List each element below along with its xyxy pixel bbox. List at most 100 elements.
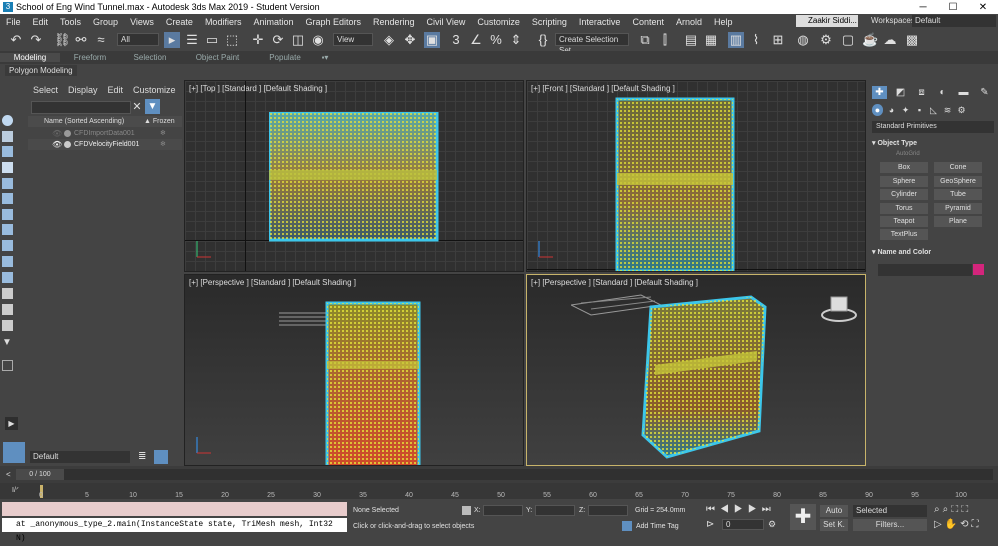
menu-interactive[interactable]: Interactive — [573, 17, 627, 27]
current-frame-field[interactable]: 0 — [722, 519, 764, 530]
display-cameras-icon[interactable] — [2, 178, 13, 189]
cone-button[interactable]: Cone — [934, 162, 982, 173]
filter-funnel-icon[interactable]: ▼ — [2, 337, 13, 348]
explorer-search-input[interactable] — [31, 101, 131, 114]
menu-animation[interactable]: Animation — [247, 17, 299, 27]
goto-end-icon[interactable]: ⏭ — [762, 504, 776, 515]
scene-explorer-icon[interactable]: ▤ — [683, 32, 699, 48]
viewport-perspective-left[interactable]: [+] [Perspective ] [Standard ] [Default … — [184, 274, 524, 466]
space-warps-icon[interactable]: ≋ — [942, 104, 953, 116]
y-coordinate-field[interactable] — [535, 505, 575, 516]
bind-space-warp-icon[interactable]: ≈ — [93, 32, 109, 48]
window-crossing-icon[interactable]: ⬚ — [224, 32, 240, 48]
viewport-perspective-active[interactable]: [+] [Perspective ] [Standard ] [Default … — [526, 274, 866, 466]
list-item[interactable]: 👁 CFDVelocityField001 ❄ — [28, 139, 182, 150]
link-icon[interactable]: ⛓ — [54, 32, 71, 48]
viewport-label[interactable]: [+] [Perspective ] [Standard ] [Default … — [531, 278, 698, 287]
snaps-toggle-icon[interactable]: 3 — [448, 32, 464, 48]
layer-explorer-icon[interactable] — [154, 450, 168, 464]
display-particles-icon[interactable] — [2, 272, 13, 283]
display-hidden-icon[interactable] — [2, 304, 13, 315]
menu-scripting[interactable]: Scripting — [526, 17, 573, 27]
display-groups-icon[interactable] — [2, 224, 13, 235]
polygon-modeling-panel[interactable]: Polygon Modeling — [5, 65, 77, 76]
viewcube-icon[interactable] — [819, 291, 859, 323]
menu-group[interactable]: Group — [87, 17, 124, 27]
schematic-view-icon[interactable]: ⊞ — [770, 32, 786, 48]
tab-freeform[interactable]: Freeform — [60, 53, 120, 62]
object-type-rollout[interactable]: ▾ Object Type — [872, 138, 994, 149]
unlink-icon[interactable]: ⚯ — [73, 32, 89, 48]
auto-key-button[interactable]: Auto — [820, 505, 848, 517]
name-color-rollout[interactable]: ▾ Name and Color — [872, 247, 994, 258]
expand-panel-icon[interactable]: ▶ — [5, 417, 18, 430]
display-none-icon[interactable] — [2, 115, 13, 126]
render-setup-icon[interactable]: ⚙ — [818, 32, 834, 48]
add-time-tag-button[interactable]: Add Time Tag — [636, 523, 679, 530]
ribbon-toggle-icon[interactable]: ▥ — [728, 32, 744, 48]
visibility-eye-icon[interactable]: 👁 — [52, 139, 62, 150]
lights-icon[interactable]: ✦ — [900, 104, 911, 116]
workspaces-dropdown[interactable]: Default — [912, 15, 996, 27]
spinner-snap-icon[interactable]: ⇕ — [508, 32, 524, 48]
sphere-button[interactable]: Sphere — [880, 176, 928, 187]
zoom-extents-icon[interactable]: ⛶ — [951, 504, 961, 515]
maxscript-output[interactable]: at _anonymous_type_2.main(InstanceState … — [2, 518, 347, 543]
align-icon[interactable]: ⫿ — [657, 32, 673, 48]
tab-object-paint[interactable]: Object Paint — [180, 53, 255, 62]
zoom-extents-all-icon[interactable]: ⛶ — [961, 504, 971, 515]
material-editor-icon[interactable]: ◍ — [795, 32, 811, 48]
select-children-icon[interactable] — [2, 360, 13, 371]
select-object-icon[interactable]: ▸ — [164, 32, 180, 48]
shapes-icon[interactable]: ◕ — [886, 104, 897, 116]
visibility-eye-icon[interactable]: 👁 — [52, 128, 62, 139]
track-bar[interactable]: I/ᐟ 0 5 10 15 20 25 30 35 40 45 50 55 60… — [0, 483, 998, 499]
textplus-button[interactable]: TextPlus — [880, 229, 928, 240]
percent-snap-icon[interactable]: % — [488, 32, 504, 48]
display-frozen-icon[interactable] — [2, 288, 13, 299]
explorer-menu-customize[interactable]: Customize — [128, 85, 181, 97]
cylinder-button[interactable]: Cylinder — [880, 189, 928, 200]
curve-editor-icon[interactable]: ⌇ — [748, 32, 764, 48]
hierarchy-tab-icon[interactable]: ⧈ — [914, 86, 929, 99]
tab-selection[interactable]: Selection — [120, 53, 180, 62]
display-xrefs-icon[interactable] — [2, 240, 13, 251]
select-manipulate-icon[interactable]: ✥ — [402, 32, 418, 48]
utilities-tab-icon[interactable]: ✎ — [977, 86, 992, 99]
torus-button[interactable]: Torus — [880, 203, 928, 214]
select-by-name-icon[interactable]: ☰ — [184, 32, 200, 48]
key-filter-dropdown[interactable]: Selected — [853, 505, 927, 517]
menu-customize[interactable]: Customize — [471, 17, 526, 27]
display-tab-icon[interactable]: ▬ — [956, 86, 971, 99]
menu-rendering[interactable]: Rendering — [367, 17, 421, 27]
lock-selection-icon[interactable] — [462, 506, 471, 515]
pyramid-button[interactable]: Pyramid — [934, 203, 982, 214]
display-lights-icon[interactable] — [2, 162, 13, 173]
viewport-label[interactable]: [+] [Top ] [Standard ] [Default Shading … — [189, 84, 327, 93]
x-coordinate-field[interactable] — [483, 505, 523, 516]
user-account-dropdown[interactable]: Zaakir Siddi... — [796, 15, 858, 27]
maxscript-listener-input[interactable] — [2, 502, 347, 516]
ribbon-options-icon[interactable]: ▪▾ — [315, 53, 335, 62]
helpers-icon[interactable]: ◺ — [928, 104, 939, 116]
display-spacewarps-icon[interactable] — [2, 209, 13, 220]
keyboard-shortcut-override-icon[interactable]: ▣ — [424, 32, 440, 48]
menu-tools[interactable]: Tools — [54, 17, 87, 27]
scale-icon[interactable]: ◫ — [290, 32, 306, 48]
display-bones-icon[interactable] — [2, 256, 13, 267]
key-mode-icon[interactable]: ⊳ — [706, 519, 718, 531]
next-frame-icon[interactable]: ▶ — [748, 504, 762, 515]
pan-icon[interactable]: ✋ — [945, 519, 960, 530]
key-filters-button[interactable]: Filters... — [853, 519, 927, 531]
list-item[interactable]: 👁 CFDImportData001 ❄ — [28, 128, 182, 139]
mirror-icon[interactable]: ⧉ — [637, 32, 653, 48]
zoom-icon[interactable]: ⌕ — [934, 504, 943, 515]
orbit-icon[interactable]: ⟲ — [960, 519, 971, 530]
maximize-button[interactable]: ☐ — [938, 2, 968, 13]
render-cloud-icon[interactable]: ☁ — [882, 32, 898, 48]
zoom-all-icon[interactable]: ⌕ — [943, 504, 952, 515]
column-frozen-header[interactable]: ▲ Frozen — [144, 116, 175, 127]
maximize-viewport-icon[interactable]: ⛶ — [972, 519, 982, 530]
viewport-top[interactable]: [+] [Top ] [Standard ] [Default Shading … — [184, 80, 524, 272]
tab-modeling[interactable]: Modeling — [0, 53, 60, 62]
